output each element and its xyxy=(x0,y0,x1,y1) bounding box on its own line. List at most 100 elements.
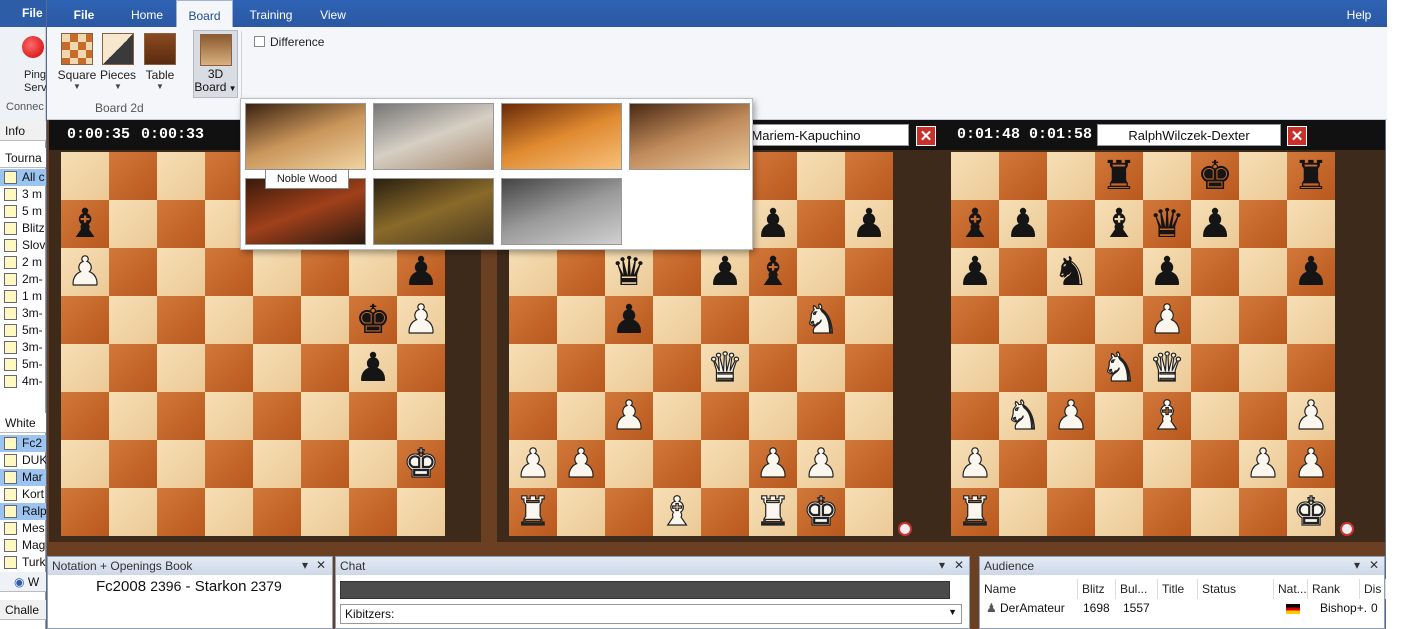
black-knight-icon[interactable]: ♞ xyxy=(1047,248,1095,296)
3d-board-button[interactable]: 3D Board ▼ xyxy=(193,30,238,98)
board-square[interactable] xyxy=(557,488,605,536)
column-header[interactable]: Dis xyxy=(1360,579,1386,599)
square-button[interactable]: Square ▼ xyxy=(57,33,97,91)
board-square[interactable] xyxy=(557,248,605,296)
board-square[interactable] xyxy=(205,488,253,536)
board-square[interactable] xyxy=(951,392,999,440)
board-square[interactable]: ♝ xyxy=(61,200,109,248)
board-square[interactable] xyxy=(845,488,893,536)
board-square[interactable]: ♟ xyxy=(1287,392,1335,440)
board-square[interactable] xyxy=(701,488,749,536)
board-square[interactable] xyxy=(999,440,1047,488)
board-square[interactable] xyxy=(1191,344,1239,392)
black-queen-icon[interactable]: ♛ xyxy=(1143,200,1191,248)
black-bishop-icon[interactable]: ♝ xyxy=(61,200,109,248)
pin-icon[interactable]: ▾ xyxy=(1354,558,1360,572)
board-square[interactable]: ♚ xyxy=(397,440,445,488)
board-square[interactable] xyxy=(157,344,205,392)
board-square[interactable] xyxy=(157,488,205,536)
board-square[interactable] xyxy=(605,488,653,536)
board-square[interactable] xyxy=(557,392,605,440)
watch-tab[interactable]: ◉ W xyxy=(0,572,46,592)
board-square[interactable]: ♞ xyxy=(999,392,1047,440)
board-square[interactable] xyxy=(397,392,445,440)
close-icon[interactable]: ✕ xyxy=(954,558,964,572)
board-square[interactable] xyxy=(61,344,109,392)
board-square[interactable]: ♝ xyxy=(1143,392,1191,440)
board-square[interactable] xyxy=(845,152,893,200)
black-pawn-icon[interactable]: ♟ xyxy=(1191,200,1239,248)
board-square[interactable] xyxy=(157,200,205,248)
board-square[interactable] xyxy=(1191,440,1239,488)
board-square[interactable] xyxy=(109,296,157,344)
board-square[interactable]: ♛ xyxy=(605,248,653,296)
list-item[interactable]: All c xyxy=(0,169,46,186)
board-square[interactable] xyxy=(61,296,109,344)
board-square[interactable] xyxy=(557,344,605,392)
close-icon[interactable]: ✕ xyxy=(1369,558,1379,572)
column-header[interactable]: Title xyxy=(1158,579,1198,599)
menu-help[interactable]: Help xyxy=(1343,0,1375,27)
white-pawn-icon[interactable]: ♟ xyxy=(1287,392,1335,440)
board-square[interactable] xyxy=(109,200,157,248)
board-square[interactable]: ♟ xyxy=(1047,392,1095,440)
board-square[interactable] xyxy=(109,440,157,488)
board-square[interactable] xyxy=(653,440,701,488)
board-square[interactable] xyxy=(301,488,349,536)
board-square[interactable] xyxy=(301,440,349,488)
board-square[interactable] xyxy=(653,296,701,344)
board-square[interactable] xyxy=(1239,248,1287,296)
board-square[interactable] xyxy=(397,344,445,392)
board-square[interactable]: ♜ xyxy=(509,488,557,536)
board-square[interactable] xyxy=(749,152,797,200)
board-square[interactable]: ♜ xyxy=(1095,152,1143,200)
column-header[interactable]: Nat... xyxy=(1274,579,1308,599)
info-tab[interactable]: Info xyxy=(0,121,46,141)
board-square[interactable] xyxy=(1239,392,1287,440)
board-square[interactable] xyxy=(845,392,893,440)
board-square[interactable]: ♟ xyxy=(749,200,797,248)
menu-file[interactable]: File xyxy=(69,0,99,27)
board-style-thumb[interactable] xyxy=(629,103,750,170)
board-square[interactable]: ♟ xyxy=(509,440,557,488)
board-square[interactable] xyxy=(61,440,109,488)
black-rook-icon[interactable]: ♜ xyxy=(1095,152,1143,200)
board-square[interactable] xyxy=(253,296,301,344)
board-square[interactable] xyxy=(1239,200,1287,248)
board-square[interactable] xyxy=(301,344,349,392)
white-pawn-icon[interactable]: ♟ xyxy=(509,440,557,488)
list-item[interactable]: Fc2 xyxy=(0,435,46,452)
black-bishop-icon[interactable]: ♝ xyxy=(749,248,797,296)
board-style-thumb[interactable] xyxy=(373,178,494,245)
list-item[interactable]: Kort xyxy=(0,486,46,503)
black-bishop-icon[interactable]: ♝ xyxy=(1095,200,1143,248)
white-pawn-icon[interactable]: ♟ xyxy=(397,296,445,344)
list-item[interactable]: Mes xyxy=(0,520,46,537)
board-square[interactable] xyxy=(109,392,157,440)
board-square[interactable] xyxy=(109,152,157,200)
board-square[interactable] xyxy=(749,296,797,344)
board-square[interactable] xyxy=(157,392,205,440)
list-item[interactable]: Blitz xyxy=(0,220,46,237)
board-square[interactable] xyxy=(509,248,557,296)
board-square[interactable] xyxy=(109,248,157,296)
kibitzers-select[interactable]: Kibitzers: ▼ xyxy=(340,604,962,624)
list-item[interactable]: 1 m xyxy=(0,288,46,305)
board-square[interactable] xyxy=(301,392,349,440)
menu-view[interactable]: View xyxy=(313,0,353,27)
board-square[interactable]: ♚ xyxy=(1287,488,1335,536)
white-bishop-icon[interactable]: ♝ xyxy=(1143,392,1191,440)
board-square[interactable] xyxy=(205,248,253,296)
black-rook-icon[interactable]: ♜ xyxy=(1287,152,1335,200)
board-square[interactable] xyxy=(1143,152,1191,200)
board-square[interactable] xyxy=(349,392,397,440)
board-square[interactable] xyxy=(1191,392,1239,440)
board-square[interactable] xyxy=(205,344,253,392)
list-item[interactable]: Ralp xyxy=(0,503,46,520)
board-square[interactable] xyxy=(653,344,701,392)
board-square[interactable]: ♞ xyxy=(797,296,845,344)
list-item[interactable]: Turk xyxy=(0,554,46,571)
board-square[interactable] xyxy=(999,488,1047,536)
board-square[interactable]: ♜ xyxy=(1287,152,1335,200)
board-square[interactable] xyxy=(1239,296,1287,344)
